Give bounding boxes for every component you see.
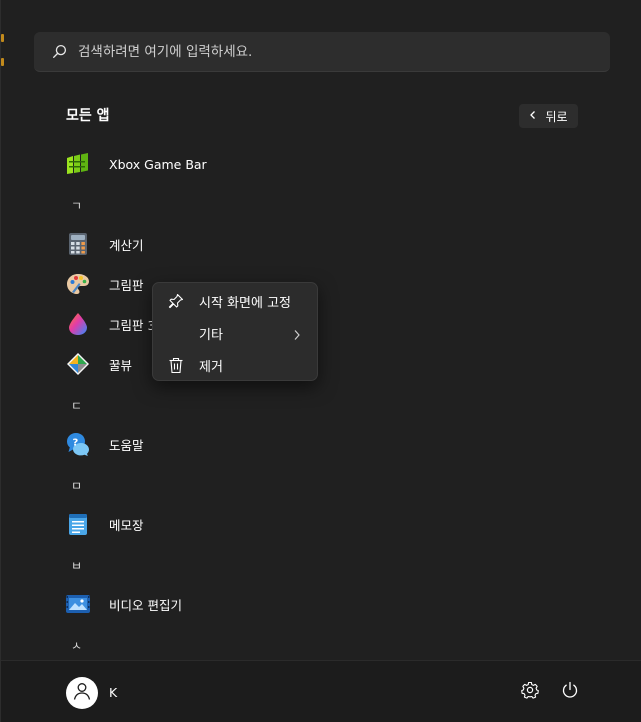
letter-group-header[interactable]: ㅅ (71, 637, 82, 654)
video-editor-icon (65, 591, 91, 617)
power-button[interactable] (558, 680, 582, 704)
user-icon (72, 681, 92, 705)
help-icon: ? (65, 431, 91, 457)
app-item-notepad[interactable]: 메모장 (61, 504, 581, 544)
more-menu-item[interactable]: 기타 (157, 319, 313, 347)
chevron-left-icon (529, 109, 537, 123)
calculator-icon (65, 231, 91, 257)
app-item-video-editor[interactable]: 비디오 편집기 (61, 584, 581, 624)
app-label: Xbox Game Bar (109, 156, 207, 172)
edge-accent-mark (1, 58, 4, 66)
search-input[interactable] (78, 43, 610, 60)
app-item-honeyview[interactable]: 꿀뷰 (61, 344, 581, 384)
settings-button[interactable] (518, 680, 542, 704)
user-avatar[interactable] (66, 677, 98, 709)
context-menu: 시작 화면에 고정 기타 제거 (152, 282, 318, 381)
app-label: 계산기 (109, 237, 144, 253)
uninstall-menu-item[interactable]: 제거 (157, 351, 313, 379)
uninstall-label: 제거 (199, 359, 223, 375)
letter-group-header[interactable]: ㅁ (71, 477, 82, 494)
xbox-game-bar-icon (65, 151, 91, 177)
pin-to-start-label: 시작 화면에 고정 (199, 295, 291, 311)
all-apps-title: 모든 앱 (66, 108, 110, 124)
svg-text:?: ? (73, 438, 79, 449)
more-spacer (167, 324, 185, 342)
letter-group-header[interactable]: ㄱ (71, 197, 82, 214)
gear-icon (521, 681, 539, 703)
letter-group-header[interactable]: ㄷ (71, 397, 82, 414)
paint-icon (65, 271, 91, 297)
letter-group-header[interactable]: ㅂ (71, 557, 82, 574)
start-footer: K (1, 660, 641, 722)
start-menu: 모든 앱 뒤로 Xbox Game Bar ㄱ (0, 0, 641, 722)
app-list: Xbox Game Bar ㄱ 계산기 그림판 그림판 3D 꿀뷰 ㄷ ? 도움… (1, 140, 641, 660)
user-name[interactable]: K (109, 685, 117, 700)
more-label: 기타 (199, 327, 223, 343)
notepad-icon (65, 511, 91, 537)
search-box[interactable] (34, 32, 610, 72)
app-label: 비디오 편집기 (109, 597, 182, 613)
back-button-label: 뒤로 (545, 109, 568, 124)
pin-to-start-menu-item[interactable]: 시작 화면에 고정 (157, 287, 313, 315)
app-label: 꿀뷰 (109, 357, 133, 373)
search-icon (51, 44, 67, 60)
chevron-right-icon (293, 326, 301, 345)
app-label: 그림판 (109, 277, 144, 293)
trash-icon (167, 356, 185, 374)
paint-3d-icon (65, 311, 91, 337)
app-item-paint[interactable]: 그림판 (61, 264, 581, 304)
app-item-calculator[interactable]: 계산기 (61, 224, 581, 264)
app-label: 메모장 (109, 517, 144, 533)
power-icon (561, 681, 579, 703)
app-item-help[interactable]: ? 도움말 (61, 424, 581, 464)
back-button[interactable]: 뒤로 (519, 104, 578, 128)
edge-accent-mark (1, 34, 4, 42)
honeyview-icon (65, 351, 91, 377)
app-item-paint-3d[interactable]: 그림판 3D (61, 304, 581, 344)
app-label: 도움말 (109, 437, 144, 453)
pin-icon (167, 292, 185, 310)
app-item-xbox-game-bar[interactable]: Xbox Game Bar (61, 144, 581, 184)
